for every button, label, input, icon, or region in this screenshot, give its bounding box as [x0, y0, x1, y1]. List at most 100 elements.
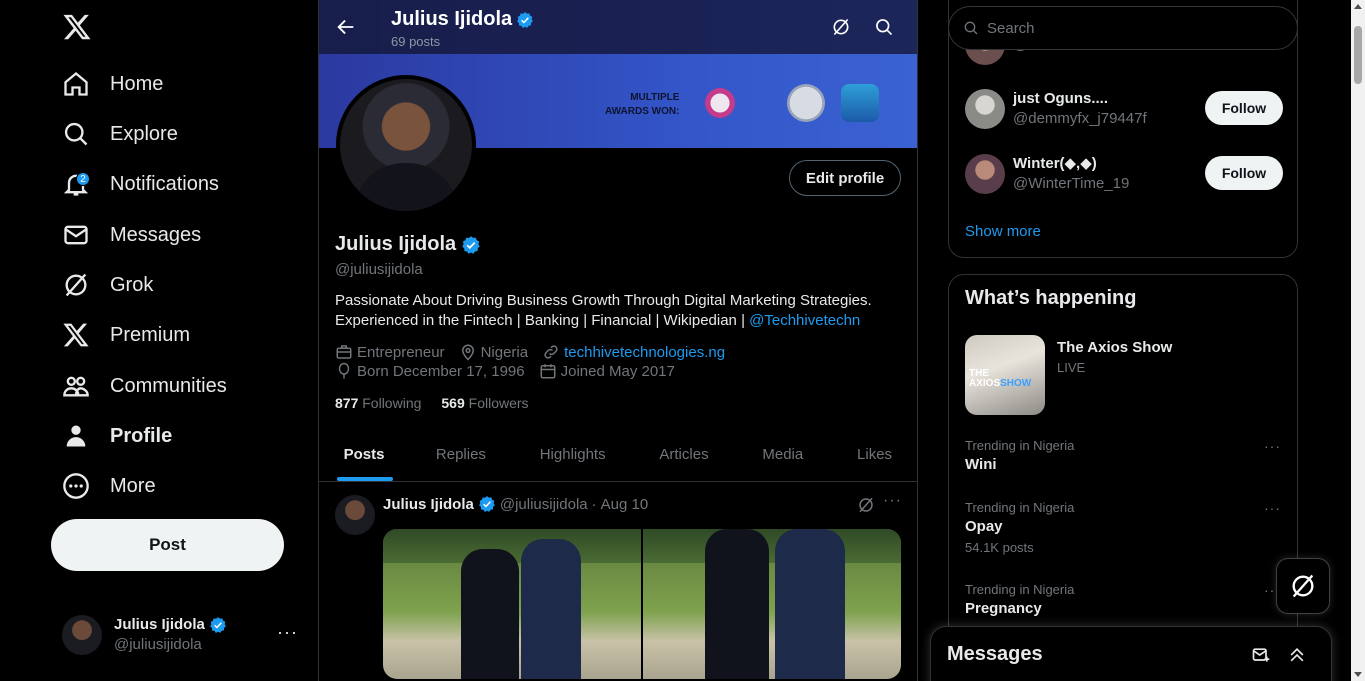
profile-meta-row-1: Entrepreneur Nigeria techhivetechnologie…: [335, 343, 725, 361]
header-title-row: Julius Ijidola: [391, 8, 534, 31]
briefcase-icon: [336, 345, 352, 359]
new-message-icon[interactable]: [1251, 645, 1271, 665]
chevron-up-double-icon[interactable]: [1287, 645, 1307, 665]
following-count: 877: [335, 395, 359, 411]
search-bar[interactable]: Search: [948, 6, 1298, 50]
trend-more-icon[interactable]: ···: [1264, 438, 1281, 454]
tab-replies[interactable]: Replies: [409, 428, 513, 481]
who-to-follow-item[interactable]: Winter(◆,◆) @WinterTime_19 Follow: [965, 150, 1283, 198]
nav-explore[interactable]: Explore: [62, 114, 178, 154]
followers-count: 569: [441, 395, 465, 411]
profile-website[interactable]: techhivetechnologies.ng: [542, 343, 725, 361]
grok-icon[interactable]: [857, 496, 875, 514]
tab-highlights[interactable]: Highlights: [513, 428, 633, 481]
profile-birthday-label: Born December 17, 1996: [357, 362, 525, 380]
tweet-date[interactable]: Aug 10: [601, 496, 649, 513]
profile-avatar[interactable]: [336, 75, 476, 215]
nav-home-label: Home: [110, 72, 164, 95]
search-icon[interactable]: [874, 17, 894, 37]
account-handle: @juliusijidola: [114, 636, 202, 653]
award-badge: [701, 84, 739, 122]
followers-label: Followers: [468, 395, 529, 411]
nav-profile[interactable]: Profile: [62, 416, 172, 456]
live-event-title[interactable]: The Axios Show: [1057, 339, 1172, 356]
following-link[interactable]: 877 Following: [335, 395, 421, 411]
nav-grok[interactable]: Grok: [62, 265, 153, 305]
page-scrollbar[interactable]: [1351, 0, 1365, 681]
avatar[interactable]: [965, 154, 1005, 194]
account-name: Julius Ijidola: [114, 616, 205, 633]
verified-badge-icon: [209, 617, 226, 633]
communities-icon: [63, 376, 89, 397]
post-button[interactable]: Post: [51, 519, 284, 571]
nav-home[interactable]: Home: [62, 64, 163, 104]
profile-main-column: MULTIPLE AWARDS WON: Julius Ijidola 69 p…: [318, 0, 918, 681]
nav-messages[interactable]: Messages: [62, 215, 201, 255]
nav-profile-label: Profile: [110, 424, 173, 447]
trend-name: Wini: [965, 456, 997, 473]
profile-name-row: Julius Ijidola: [335, 233, 481, 256]
banner-awards-line1: MULTIPLE: [630, 92, 680, 103]
trend-more-icon[interactable]: ···: [1264, 500, 1281, 516]
grok-icon[interactable]: [831, 17, 851, 37]
grok-icon: [1292, 574, 1314, 598]
profile-category: Entrepreneur: [335, 343, 445, 361]
trend-item[interactable]: Trending in Nigeria Opay 54.1K posts ···: [965, 500, 1283, 555]
messages-drawer[interactable]: Messages: [930, 626, 1332, 681]
tweet-photo[interactable]: [643, 529, 901, 679]
followers-link[interactable]: 569 Followers: [441, 395, 528, 411]
edit-profile-button[interactable]: Edit profile: [789, 160, 901, 196]
nav-notifications[interactable]: 2 Notifications: [62, 164, 219, 204]
verified-badge-icon: [478, 496, 495, 512]
link-icon: [544, 345, 558, 359]
search-input[interactable]: Search: [987, 20, 1035, 37]
trend-name: Pregnancy: [965, 600, 1042, 617]
tweet-author-name[interactable]: Julius Ijidola: [383, 496, 474, 513]
scroll-thumb[interactable]: [1354, 26, 1362, 84]
trend-item[interactable]: Trending in Nigeria Pregnancy ···: [965, 582, 1283, 617]
follow-button[interactable]: Follow: [1205, 156, 1283, 190]
app: Home Explore 2 Notifications Messages Gr…: [0, 0, 1365, 681]
trend-item[interactable]: Trending in Nigeria Wini ···: [965, 438, 1283, 473]
avatar[interactable]: [965, 89, 1005, 129]
nav-premium[interactable]: Premium: [62, 315, 190, 355]
tweet-separator: ·: [591, 495, 597, 513]
follow-button[interactable]: Follow: [1205, 91, 1283, 125]
nav-explore-label: Explore: [110, 122, 178, 145]
verified-badge-icon: [517, 11, 534, 28]
search-icon: [64, 122, 88, 146]
bio-mention-link[interactable]: @Techhivetechn: [749, 312, 860, 329]
x-logo-icon[interactable]: [62, 12, 92, 42]
tab-articles[interactable]: Articles: [633, 428, 736, 481]
tab-media[interactable]: Media: [735, 428, 830, 481]
tab-likes[interactable]: Likes: [830, 428, 917, 481]
show-more-link[interactable]: Show more: [965, 223, 1041, 240]
tweet-photo[interactable]: [383, 529, 641, 679]
tweet-avatar[interactable]: [335, 495, 375, 535]
profile-website-link[interactable]: techhivetechnologies.ng: [564, 344, 725, 361]
tab-posts[interactable]: Posts: [319, 428, 409, 481]
location-pin-icon: [461, 344, 474, 361]
axios-show-thumbnail[interactable]: THE AXIOSSHOW: [965, 335, 1045, 415]
scroll-up-arrow-icon[interactable]: [1354, 4, 1362, 9]
nav-communities[interactable]: Communities: [62, 366, 227, 406]
banner-awards-line2: AWARDS WON:: [605, 106, 680, 117]
home-icon: [64, 71, 88, 96]
trend-category: Trending in Nigeria: [965, 438, 1075, 453]
account-name-row: Julius Ijidola: [114, 615, 227, 635]
account-switcher[interactable]: Julius Ijidola @juliusijidola ···: [62, 612, 312, 658]
tweet-media[interactable]: [383, 529, 901, 679]
nav-more[interactable]: More: [62, 466, 156, 506]
tweet-author-handle[interactable]: @juliusijidola: [500, 496, 588, 513]
following-label: Following: [362, 395, 422, 411]
tweet-more-icon[interactable]: ···: [883, 492, 902, 510]
balloon-icon: [338, 362, 350, 379]
account-more-icon[interactable]: ···: [277, 622, 298, 643]
grok-floating-button[interactable]: [1276, 558, 1330, 614]
who-to-follow-item[interactable]: just Oguns.... @demmyfx_j79447f Follow: [965, 85, 1283, 133]
profile-bio: Passionate About Driving Business Growth…: [335, 291, 905, 331]
back-arrow-icon[interactable]: [335, 16, 357, 38]
tweet[interactable]: Julius Ijidola @juliusijidola · Aug 10 ·…: [319, 483, 917, 681]
scroll-down-arrow-icon[interactable]: [1354, 672, 1362, 677]
verified-badge-icon[interactable]: [461, 235, 481, 255]
